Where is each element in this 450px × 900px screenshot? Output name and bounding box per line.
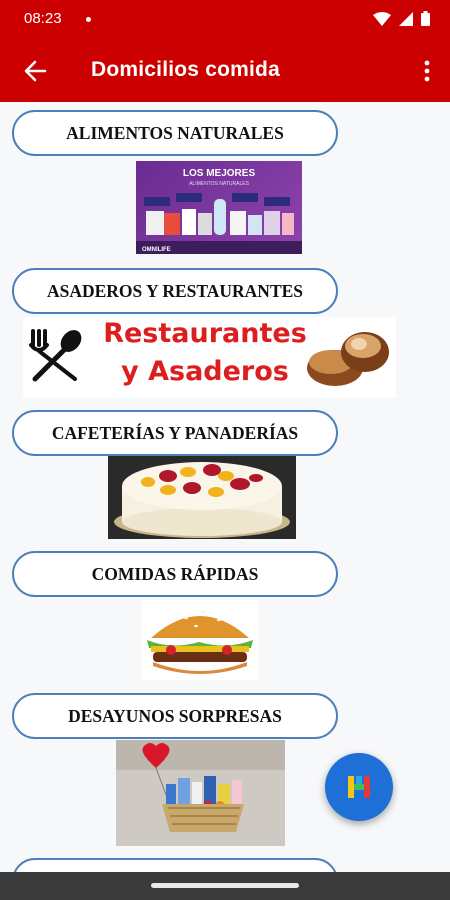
notification-dot-icon: [86, 17, 91, 22]
gesture-handle[interactable]: [151, 883, 299, 888]
cafeterias-panaderias-image[interactable]: [108, 456, 296, 539]
asaderos-line-2: y Asaderos: [121, 356, 289, 387]
system-nav-bar: [0, 872, 450, 900]
asaderos-image-text: Restaurantes y Asaderos: [97, 317, 313, 391]
ad-brand: OMNILIFE: [142, 247, 171, 253]
alimentos-naturales-image[interactable]: LOS MEJORES ALIMENTOS NATURALES OMNILIFE: [136, 161, 302, 254]
wifi-icon: [373, 11, 391, 26]
category-button-desayunos-sorpresas[interactable]: DESAYUNOS SORPRESAS: [12, 693, 338, 739]
comidas-rapidas-image[interactable]: [141, 600, 259, 680]
signal-icon: [399, 11, 413, 26]
fork-spoon-icon: [29, 329, 82, 382]
category-button-alimentos-naturales[interactable]: ALIMENTOS NATURALES: [12, 110, 338, 156]
category-list[interactable]: ALIMENTOS NATURALES LOS MEJORES ALIMENTO…: [0, 102, 450, 872]
app-fab-button[interactable]: [325, 753, 393, 821]
status-time: 08:23: [24, 10, 62, 27]
app-bar: Domicilios comida: [0, 38, 450, 102]
asaderos-line-1: Restaurantes: [103, 318, 307, 349]
back-button[interactable]: [20, 56, 50, 86]
category-button-cafeterias-panaderias[interactable]: CAFETERÍAS Y PANADERÍAS: [12, 410, 338, 456]
category-button-comidas-rapidas[interactable]: COMIDAS RÁPIDAS: [12, 551, 338, 597]
ad-subheading: ALIMENTOS NATURALES: [189, 181, 249, 187]
category-button-asaderos-restaurantes[interactable]: ASADEROS Y RESTAURANTES: [12, 268, 338, 314]
app-logo-icon: [348, 776, 370, 798]
battery-icon: [421, 11, 430, 26]
desayunos-sorpresas-image[interactable]: [116, 740, 285, 846]
ad-heading: LOS MEJORES: [183, 168, 256, 179]
status-icons: [373, 11, 430, 26]
roast-meat-image: [307, 332, 389, 386]
asaderos-restaurantes-image[interactable]: Restaurantes y Asaderos: [23, 317, 396, 398]
category-button-next[interactable]: [12, 858, 338, 872]
overflow-menu-button[interactable]: [418, 56, 436, 86]
page-title: Domicilios comida: [91, 58, 280, 81]
status-bar: 08:23: [0, 0, 450, 38]
